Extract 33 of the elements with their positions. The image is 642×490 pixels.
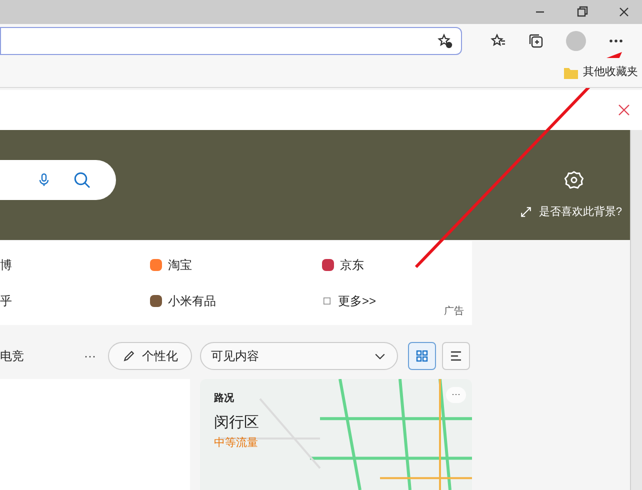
add-favorite-icon[interactable] [437, 33, 453, 49]
list-view-button[interactable] [442, 342, 470, 370]
visibility-dropdown[interactable]: 可见内容 [200, 342, 398, 370]
quick-link[interactable]: 京东 [322, 256, 472, 274]
personalize-button[interactable]: 个性化 [108, 342, 192, 370]
shop-logo-icon [150, 295, 162, 307]
more-button[interactable]: ··· [72, 347, 108, 365]
traffic-card[interactable]: 路况 闵行区 中等流量 ··· [200, 379, 472, 490]
card-more-button[interactable]: ··· [446, 387, 466, 403]
pencil-icon [122, 349, 136, 363]
shop-logo-icon [150, 259, 162, 271]
traffic-status: 中等流量 [214, 436, 259, 450]
category-tab[interactable]: 电竞 [0, 347, 72, 365]
expand-icon [518, 205, 533, 220]
quick-link[interactable]: 小米有品 [150, 292, 322, 310]
settings-icon[interactable] [564, 170, 584, 190]
grid-view-button[interactable] [408, 342, 436, 370]
ad-label: 广告 [444, 304, 464, 319]
shop-logo-icon [322, 259, 334, 271]
folder-icon [563, 66, 579, 80]
quick-link[interactable]: 淘宝 [150, 256, 322, 274]
collections-icon[interactable] [528, 33, 544, 49]
quick-link[interactable]: 乎 [0, 292, 150, 310]
favorites-icon[interactable] [490, 33, 506, 49]
address-field[interactable] [0, 27, 462, 55]
background-feedback-link[interactable]: 是否喜欢此背景? [518, 204, 622, 220]
bookmark-folder[interactable]: 其他收藏夹 [563, 64, 638, 81]
search-icon[interactable] [72, 170, 92, 190]
district-name: 闵行区 [214, 413, 260, 433]
search-field[interactable] [0, 160, 116, 200]
close-icon[interactable] [616, 102, 632, 118]
quick-link[interactable]: 博 [0, 256, 150, 274]
card-title: 路况 [214, 392, 234, 406]
